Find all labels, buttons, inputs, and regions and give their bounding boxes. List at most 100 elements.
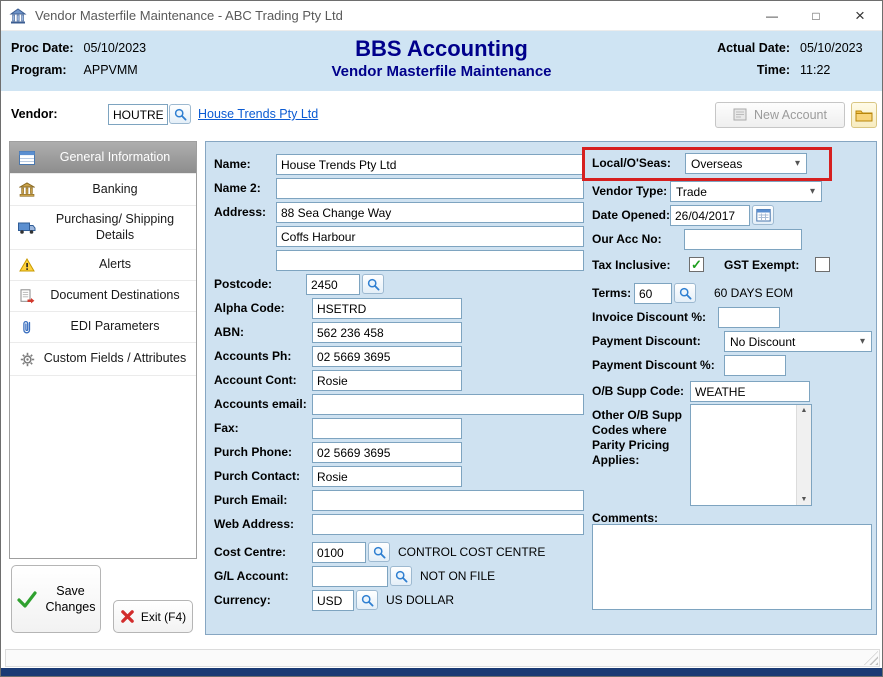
vendor-lookup-button[interactable] bbox=[169, 104, 191, 124]
comments-input[interactable] bbox=[592, 524, 872, 610]
sidebar-item-general-information[interactable]: General Information bbox=[10, 142, 196, 174]
minimize-button[interactable]: — bbox=[750, 1, 794, 31]
other-ob-codes-label: Other O/B Supp Codes where Parity Pricin… bbox=[592, 408, 688, 468]
gl-account-desc: NOT ON FILE bbox=[420, 566, 495, 587]
address-line2-input[interactable] bbox=[276, 226, 584, 247]
proc-date-value: 05/10/2023 bbox=[84, 41, 147, 55]
new-account-label: New Account bbox=[754, 108, 827, 122]
accounts-ph-input[interactable] bbox=[312, 346, 462, 367]
gl-account-lookup-button[interactable] bbox=[390, 566, 412, 586]
web-address-label: Web Address: bbox=[214, 514, 294, 535]
paperclip-icon bbox=[15, 319, 39, 335]
sidebar-item-label: Banking bbox=[39, 182, 191, 198]
address-line3-input[interactable] bbox=[276, 250, 584, 271]
purch-contact-label: Purch Contact: bbox=[214, 466, 300, 487]
purch-email-input[interactable] bbox=[312, 490, 584, 511]
actual-date-value: 05/10/2023 bbox=[800, 41, 870, 55]
other-ob-codes-listbox[interactable]: ▲ ▼ bbox=[690, 404, 812, 506]
truck-icon bbox=[15, 221, 39, 235]
vendor-name-link[interactable]: House Trends Pty Ltd bbox=[198, 107, 318, 121]
account-cont-input[interactable] bbox=[312, 370, 462, 391]
gl-account-input[interactable] bbox=[312, 566, 388, 587]
account-cont-label: Account Cont: bbox=[214, 370, 297, 391]
fax-input[interactable] bbox=[312, 418, 462, 439]
magnifier-icon bbox=[395, 570, 408, 583]
gst-exempt-label: GST Exempt: bbox=[724, 255, 799, 276]
ob-supp-code-label: O/B Supp Code: bbox=[592, 381, 684, 402]
tax-inclusive-label: Tax Inclusive: bbox=[592, 255, 670, 276]
cost-centre-input[interactable] bbox=[312, 542, 366, 563]
listbox-scrollbar[interactable]: ▲ ▼ bbox=[796, 405, 811, 505]
web-address-input[interactable] bbox=[312, 514, 584, 535]
date-opened-input[interactable] bbox=[670, 205, 750, 226]
exit-button[interactable]: Exit (F4) bbox=[113, 600, 193, 633]
currency-lookup-button[interactable] bbox=[356, 590, 378, 610]
program-value: APPVMM bbox=[84, 63, 147, 77]
postcode-input[interactable] bbox=[306, 274, 360, 295]
postcode-lookup-button[interactable] bbox=[362, 274, 384, 294]
cost-centre-desc: CONTROL COST CENTRE bbox=[398, 542, 545, 563]
open-folder-button[interactable] bbox=[851, 102, 877, 128]
vendor-code-input[interactable] bbox=[108, 104, 168, 125]
date-picker-button[interactable] bbox=[752, 205, 774, 225]
payment-discount-pct-input[interactable] bbox=[724, 355, 786, 376]
sidebar-item-document-destinations[interactable]: Document Destinations bbox=[10, 281, 196, 312]
purch-phone-label: Purch Phone: bbox=[214, 442, 292, 463]
app-window: Vendor Masterfile Maintenance - ABC Trad… bbox=[0, 0, 883, 677]
postcode-label: Postcode: bbox=[214, 274, 272, 295]
sidebar-item-custom-fields[interactable]: Custom Fields / Attributes bbox=[10, 343, 196, 376]
payment-discount-select[interactable]: No Discount ▾ bbox=[724, 331, 872, 352]
invoice-discount-label: Invoice Discount %: bbox=[592, 307, 706, 328]
bottom-accent-bar bbox=[1, 668, 882, 677]
gst-exempt-checkbox[interactable] bbox=[815, 257, 830, 272]
currency-label: Currency: bbox=[214, 590, 271, 611]
scroll-down-icon[interactable]: ▼ bbox=[801, 496, 808, 503]
sidebar-item-banking[interactable]: Banking bbox=[10, 174, 196, 206]
header-titles: BBS Accounting Vendor Masterfile Mainten… bbox=[331, 36, 551, 80]
sidebar-item-label: Alerts bbox=[39, 257, 191, 273]
sidebar-item-label: Document Destinations bbox=[39, 288, 191, 304]
local-oseas-label: Local/O'Seas: bbox=[592, 153, 671, 174]
actual-date-label: Actual Date: bbox=[717, 41, 790, 55]
abn-label: ABN: bbox=[214, 322, 244, 343]
vendor-type-value: Trade bbox=[676, 185, 707, 199]
cost-centre-lookup-button[interactable] bbox=[368, 542, 390, 562]
new-account-icon bbox=[733, 108, 747, 122]
purch-phone-input[interactable] bbox=[312, 442, 462, 463]
vendor-bar: Vendor: House Trends Pty Ltd New Account bbox=[1, 91, 882, 141]
tax-inclusive-checkbox[interactable]: ✓ bbox=[689, 257, 704, 272]
exit-label: Exit (F4) bbox=[141, 610, 186, 624]
terms-input[interactable] bbox=[634, 283, 672, 304]
currency-input[interactable] bbox=[312, 590, 354, 611]
sidebar-item-edi-parameters[interactable]: EDI Parameters bbox=[10, 312, 196, 343]
our-acc-no-input[interactable] bbox=[684, 229, 802, 250]
scroll-up-icon[interactable]: ▲ bbox=[801, 407, 808, 414]
ob-supp-code-input[interactable] bbox=[690, 381, 810, 402]
name2-input[interactable] bbox=[276, 178, 584, 199]
terms-lookup-button[interactable] bbox=[674, 283, 696, 303]
magnifier-icon bbox=[373, 546, 386, 559]
status-bar bbox=[5, 649, 880, 667]
abn-input[interactable] bbox=[312, 322, 462, 343]
name-input[interactable] bbox=[276, 154, 584, 175]
folder-icon bbox=[855, 108, 873, 122]
accounts-email-label: Accounts email: bbox=[214, 394, 307, 415]
save-changes-button[interactable]: Save Changes bbox=[11, 565, 101, 633]
maximize-button[interactable]: □ bbox=[794, 1, 838, 31]
save-changes-label: Save Changes bbox=[45, 583, 95, 616]
invoice-discount-input[interactable] bbox=[718, 307, 780, 328]
vendor-type-select[interactable]: Trade ▾ bbox=[670, 181, 822, 202]
time-label: Time: bbox=[717, 63, 790, 77]
alpha-code-input[interactable] bbox=[312, 298, 462, 319]
sidebar-item-alerts[interactable]: Alerts bbox=[10, 250, 196, 281]
new-account-button[interactable]: New Account bbox=[715, 102, 845, 128]
sidebar-item-purchasing-shipping[interactable]: Purchasing/ Shipping Details bbox=[10, 206, 196, 250]
magnifier-icon bbox=[174, 108, 187, 121]
purch-contact-input[interactable] bbox=[312, 466, 462, 487]
gear-icon bbox=[15, 352, 39, 367]
purch-email-label: Purch Email: bbox=[214, 490, 287, 511]
accounts-email-input[interactable] bbox=[312, 394, 584, 415]
close-button[interactable]: × bbox=[838, 1, 882, 31]
address-line1-input[interactable] bbox=[276, 202, 584, 223]
local-oseas-select[interactable]: Overseas ▾ bbox=[685, 153, 807, 174]
